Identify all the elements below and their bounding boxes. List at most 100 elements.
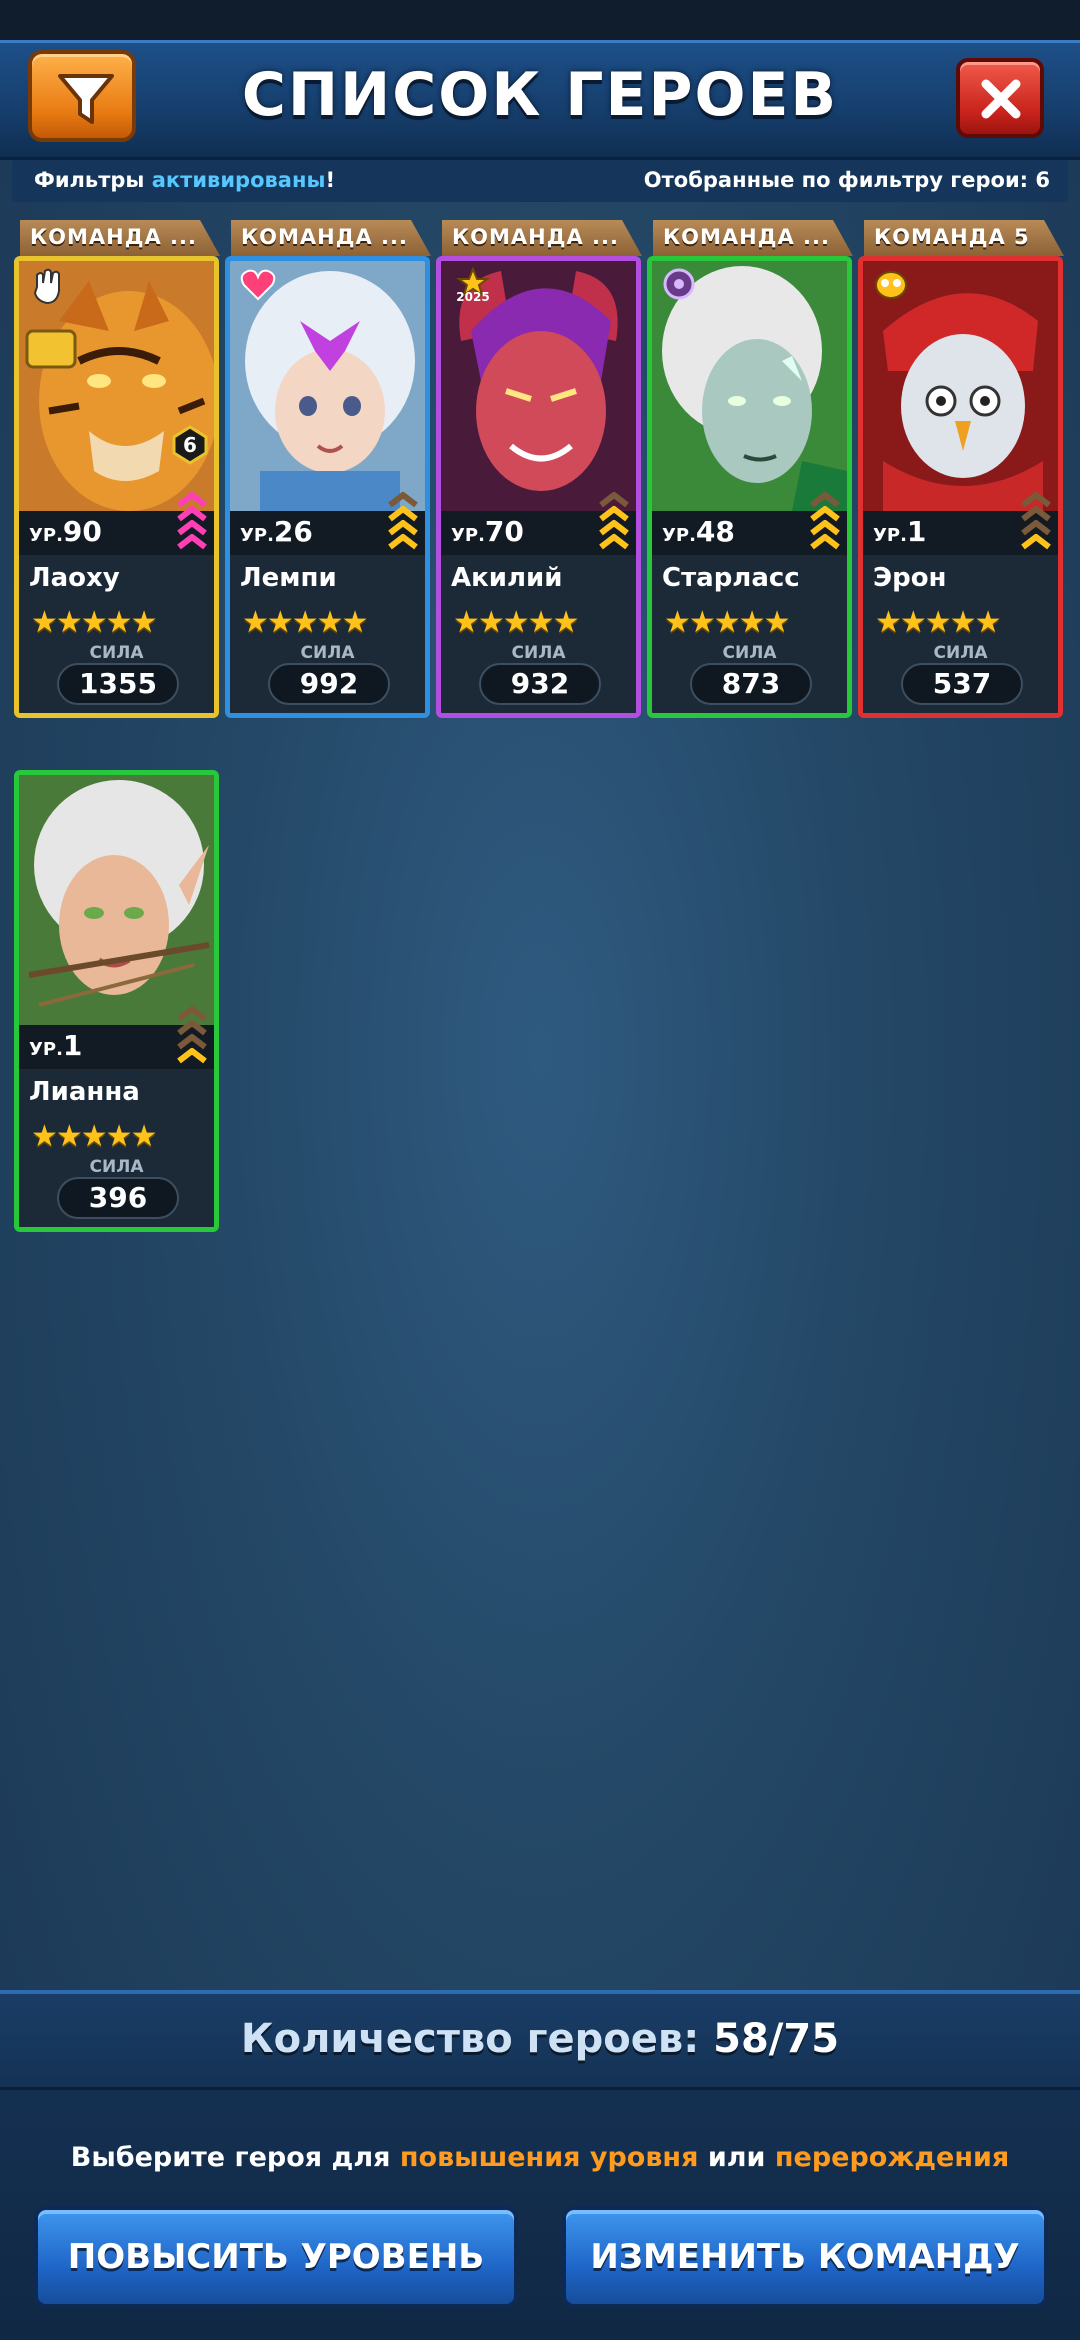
hero-frame: УР.1 Лианна ★★★★★ СИЛА 396	[14, 770, 219, 1232]
hint-rebirth: перерождения	[774, 2142, 1010, 2173]
level-bar: УР.70	[441, 492, 636, 555]
hero-frame: 6 УР.90 Лаоху ★★★★★ СИЛА 1355	[14, 256, 219, 718]
hero-stars: ★★★★★	[664, 605, 790, 640]
hero-frame: УР.1 Эрон ★★★★★ СИЛА 537	[858, 256, 1063, 718]
close-icon	[981, 79, 1021, 119]
hero-stars: ★★★★★	[31, 1119, 157, 1154]
hero-frame: УР.48 Старласс ★★★★★ СИЛА 873	[647, 256, 852, 718]
team-tab: КОМАНДА ...	[231, 220, 431, 256]
power-label: СИЛА	[89, 643, 144, 663]
team-tab: КОМАНДА ...	[442, 220, 642, 256]
svg-text:6: 6	[183, 433, 197, 457]
hero-level: 48	[695, 515, 735, 548]
hero-info: Лаоху ★★★★★ СИЛА 1355	[19, 555, 214, 713]
rank-chevrons-icon	[388, 492, 418, 550]
hero-level: 1	[62, 1029, 83, 1062]
hero-portrait	[19, 775, 214, 1025]
hero-level: 90	[62, 515, 102, 548]
level-bar: УР.48	[652, 492, 847, 555]
instruction-text: Выберите героя для повышения уровня или …	[0, 2142, 1080, 2173]
power-label: СИЛА	[933, 643, 988, 663]
hero-name: Лаоху	[29, 563, 120, 593]
hero-portrait	[230, 261, 425, 511]
rank-chevrons-icon	[1021, 492, 1051, 550]
hero-power: 1355	[57, 663, 179, 705]
hero-stars: ★★★★★	[453, 605, 579, 640]
rank-chevrons-icon	[177, 492, 207, 550]
hero-info: Старласс ★★★★★ СИЛА 873	[652, 555, 847, 713]
hero-frame: УР.26 Лемпи ★★★★★ СИЛА 992	[225, 256, 430, 718]
heart-icon	[240, 269, 276, 301]
hero-portrait	[863, 261, 1058, 511]
filter-label: Фильтры	[34, 168, 145, 192]
level-prefix: УР.	[451, 525, 485, 546]
hero-power: 396	[57, 1177, 179, 1219]
event-badge: 2025	[456, 267, 490, 303]
hero-name: Акилий	[451, 563, 563, 593]
hint-level-up: повышения уровня	[399, 2142, 699, 2173]
hero-name: Лемпи	[240, 563, 337, 593]
power-label: СИЛА	[722, 643, 777, 663]
level-prefix: УР.	[29, 1039, 63, 1060]
hero-info: Акилий ★★★★★ СИЛА 932	[441, 555, 636, 713]
hero-count-value: 58/75	[713, 2016, 840, 2062]
hero-frame: 2025 УР.70 Акилий ★★★★★ СИЛА 932	[436, 256, 641, 718]
power-label: СИЛА	[89, 1157, 144, 1177]
faction-icon	[663, 268, 695, 300]
hero-info: Лианна ★★★★★ СИЛА 396	[19, 1069, 214, 1227]
level-bar: УР.90	[19, 492, 214, 555]
hero-portrait: 6	[19, 261, 214, 511]
level-bar: УР.1	[19, 1006, 214, 1069]
hero-power: 873	[690, 663, 812, 705]
hero-stars: ★★★★★	[242, 605, 368, 640]
level-prefix: УР.	[873, 525, 907, 546]
hero-name: Эрон	[873, 563, 947, 593]
hero-info: Лемпи ★★★★★ СИЛА 992	[230, 555, 425, 713]
hero-power: 537	[901, 663, 1023, 705]
filter-active-label: активированы	[151, 168, 326, 192]
level-up-button[interactable]: ПОВЫСИТЬ УРОВЕНЬ	[34, 2206, 518, 2308]
rank-chevrons-icon	[599, 492, 629, 550]
filtered-count: Отобранные по фильтру герои: 6	[643, 168, 1050, 192]
filter-status-bar: Фильтры активированы! Отобранные по филь…	[12, 160, 1068, 202]
hero-info: Эрон ★★★★★ СИЛА 537	[863, 555, 1058, 713]
level-prefix: УР.	[29, 525, 63, 546]
power-label: СИЛА	[300, 643, 355, 663]
hint-part: Выберите героя для	[70, 2142, 391, 2173]
hero-name: Лианна	[29, 1077, 140, 1107]
hero-power: 992	[268, 663, 390, 705]
hint-part: или	[707, 2142, 766, 2173]
team-tab: КОМАНДА 5	[864, 220, 1064, 256]
team-tab: КОМАНДА ...	[653, 220, 853, 256]
rank-badge: 6	[172, 425, 208, 465]
hero-stars: ★★★★★	[875, 605, 1001, 640]
hero-level: 1	[906, 515, 927, 548]
hero-level: 70	[484, 515, 524, 548]
hero-level: 26	[273, 515, 313, 548]
hero-count: Количество героев: 58/75	[0, 1994, 1080, 2090]
hero-count-label: Количество героев:	[240, 2016, 700, 2062]
close-button[interactable]	[956, 58, 1044, 138]
page-title: СПИСОК ГЕРОЕВ	[241, 60, 839, 130]
status-strip	[0, 0, 1080, 40]
level-prefix: УР.	[240, 525, 274, 546]
hero-name: Старласс	[662, 563, 800, 593]
svg-text:2025: 2025	[456, 290, 489, 303]
power-label: СИЛА	[511, 643, 566, 663]
level-prefix: УР.	[662, 525, 696, 546]
rank-chevrons-icon	[810, 492, 840, 550]
owl-icon	[875, 271, 907, 299]
level-bar: УР.1	[863, 492, 1058, 555]
rank-chevrons-icon	[177, 1006, 207, 1064]
team-tab: КОМАНДА ...	[20, 220, 220, 256]
hero-stars: ★★★★★	[31, 605, 157, 640]
bottom-panel: Количество героев: 58/75 Выберите героя …	[0, 1990, 1080, 2340]
hero-portrait: 2025	[441, 261, 636, 511]
level-bar: УР.26	[230, 492, 425, 555]
filter-status: Фильтры активированы!	[34, 168, 335, 192]
hand-icon	[33, 268, 60, 305]
change-team-button[interactable]: ИЗМЕНИТЬ КОМАНДУ	[562, 2206, 1048, 2308]
hero-portrait	[652, 261, 847, 511]
filter-label-suffix: !	[325, 168, 336, 192]
hero-power: 932	[479, 663, 601, 705]
